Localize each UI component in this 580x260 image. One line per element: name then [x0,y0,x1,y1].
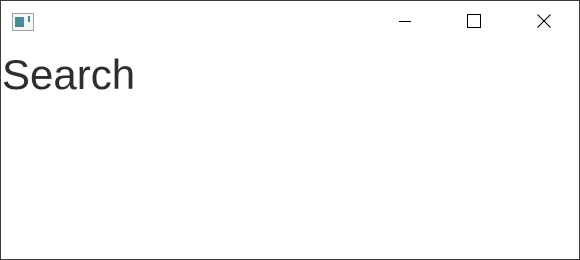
app-window: Search [0,0,580,260]
maximize-button[interactable] [439,1,509,45]
minimize-button[interactable] [370,1,440,45]
close-button[interactable] [509,1,579,45]
close-icon [536,13,552,34]
title-bar[interactable] [1,1,579,45]
maximize-icon [466,13,482,34]
app-window-icon[interactable] [12,13,34,31]
minimize-icon [397,13,413,34]
page-title: Search [2,51,136,98]
